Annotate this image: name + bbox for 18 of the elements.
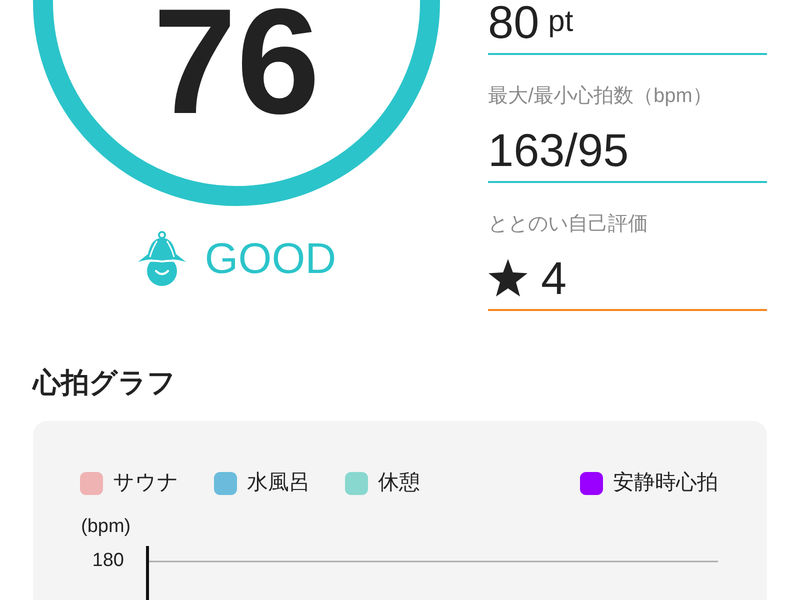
- metric-unit: pt: [548, 4, 574, 40]
- legend-label: 安静時心拍: [613, 471, 718, 495]
- smiling-face-icon: [136, 231, 187, 287]
- legend-label: 水風呂: [247, 471, 310, 495]
- metric-label: 最大/最小心拍数（bpm）: [488, 84, 712, 109]
- status-label: GOOD: [204, 234, 336, 284]
- y-axis: [146, 546, 149, 600]
- metric-value: 4: [541, 256, 567, 300]
- score-value: 76: [153, 6, 320, 116]
- axis-unit-label: (bpm): [81, 516, 131, 538]
- metric-value: 80: [488, 0, 540, 44]
- section-title: 心拍グラフ: [33, 366, 176, 400]
- tick-label: 180: [92, 550, 124, 572]
- metric-value: 163/95: [488, 128, 629, 172]
- metric-label: ととのい自己評価: [488, 212, 648, 237]
- legend-label: 休憩: [378, 471, 420, 495]
- star-icon: [488, 259, 528, 297]
- legend-label: サウナ: [113, 471, 179, 495]
